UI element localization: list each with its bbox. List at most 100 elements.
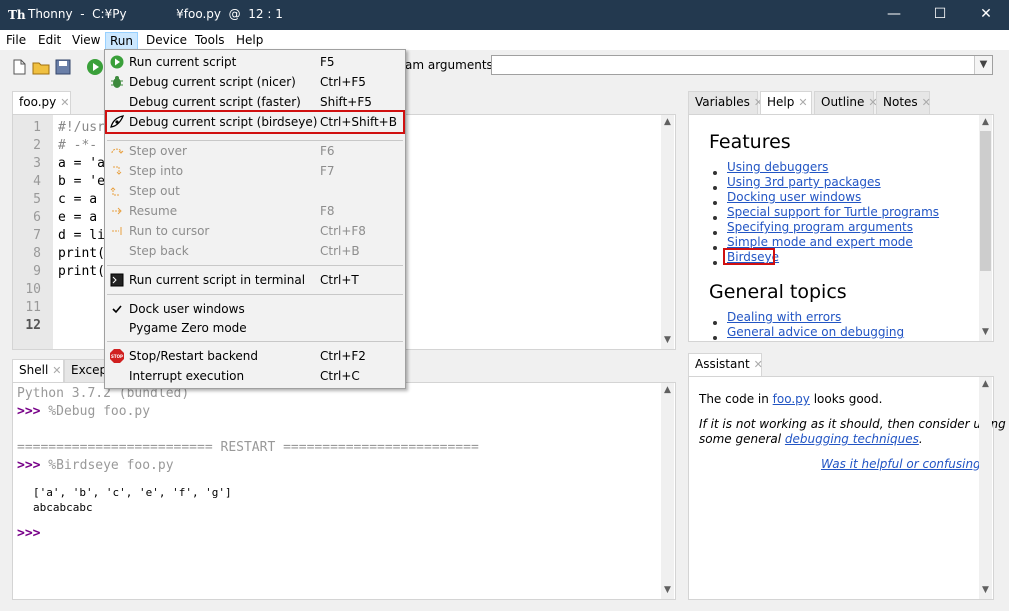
tab-variables[interactable]: Variables ✕ (688, 91, 763, 114)
tab-foo-py[interactable]: foo.py ✕ (12, 91, 71, 115)
menu-dock-user-windows[interactable]: Dock user windows (105, 299, 405, 319)
close-icon[interactable]: ✕ (798, 96, 807, 109)
scroll-down-icon[interactable]: ▼ (979, 327, 992, 337)
shell-scrollbar[interactable]: ▲ ▼ (661, 383, 674, 599)
shell-panel[interactable]: Python 3.7.2 (bundled) >>> %Debug foo.py… (12, 382, 676, 600)
tab-notes[interactable]: Notes ✕ (876, 91, 931, 114)
thonny-logo-icon: Th (8, 8, 26, 22)
tab-label: Help (767, 95, 795, 109)
menu-item-label: Run to cursor (129, 224, 210, 238)
menu-item-shortcut: F5 (320, 55, 335, 69)
chevron-down-icon[interactable]: ▼ (974, 56, 992, 74)
menu-separator (107, 341, 403, 342)
scroll-up-icon[interactable]: ▲ (979, 379, 992, 389)
message-text: . (918, 432, 923, 446)
menu-file[interactable]: File (6, 32, 26, 50)
close-button[interactable]: ✕ (963, 0, 1009, 30)
menu-item-shortcut: Ctrl+B (320, 244, 360, 258)
menu-item-shortcut: Shift+F5 (320, 95, 372, 109)
menu-debug-nicer[interactable]: Debug current script (nicer) Ctrl+F5 (105, 72, 405, 92)
assistant-tabs: Assistant ✕ (688, 353, 994, 377)
line-number: 2 (33, 138, 41, 153)
bullet (713, 336, 717, 340)
new-file-icon[interactable] (10, 58, 28, 76)
close-icon[interactable]: ✕ (52, 364, 61, 377)
tab-help[interactable]: Help ✕ (760, 91, 812, 115)
menu-interrupt-execution[interactable]: Interrupt execution Ctrl+C (105, 366, 405, 386)
assistant-panel: The code in foo.py looks good. If it is … (688, 376, 1006, 600)
shell-prompt: >>> (17, 526, 41, 541)
menu-pygame-zero[interactable]: Pygame Zero mode (105, 318, 405, 338)
menu-run[interactable]: Run (105, 32, 139, 50)
step-into-icon (113, 166, 122, 175)
scroll-up-icon[interactable]: ▲ (661, 117, 674, 127)
menu-bar: File Edit View Run Device Tools Help (0, 30, 1009, 50)
help-scrollbar[interactable]: ▲ ▼ (979, 115, 992, 341)
scroll-up-icon[interactable]: ▲ (661, 385, 674, 395)
shell-input-line[interactable]: >>> (17, 526, 40, 541)
run-icon (110, 55, 124, 69)
tab-label: Outline (821, 95, 865, 109)
menu-run-to-cursor[interactable]: Run to cursor Ctrl+F8 (105, 221, 405, 241)
line-number: 12 (25, 318, 41, 333)
debugging-techniques-link[interactable]: debugging techniques (785, 432, 919, 446)
tab-outline[interactable]: Outline ✕ (814, 91, 878, 114)
minimize-button[interactable]: — (871, 0, 917, 30)
line-number-gutter: 1 2 3 4 5 6 7 8 9 10 11 12 (13, 115, 53, 349)
run-menu-dropdown: Run current script F5 Debug current scri… (104, 49, 406, 389)
menu-resume[interactable]: Resume F8 (105, 201, 405, 221)
scrollbar-thumb[interactable] (980, 131, 991, 271)
line-number: 1 (33, 120, 41, 135)
feedback-link[interactable]: Was it helpful or confusing? (821, 457, 987, 471)
tab-assistant[interactable]: Assistant ✕ (688, 353, 763, 377)
save-icon[interactable] (54, 58, 72, 76)
maximize-button[interactable]: ☐ (917, 0, 963, 30)
shell-prompt: >>> (17, 458, 41, 473)
menu-stop-restart[interactable]: STOP Stop/Restart backend Ctrl+F2 (105, 346, 405, 366)
menu-item-shortcut: Ctrl+C (320, 369, 360, 383)
program-arguments-input[interactable]: ▼ (491, 55, 993, 75)
menu-view[interactable]: View (72, 32, 100, 50)
menu-debug-faster[interactable]: Debug current script (faster) Shift+F5 (105, 92, 405, 112)
open-folder-icon[interactable] (32, 58, 50, 76)
tab-shell[interactable]: Shell ✕ (12, 359, 64, 383)
help-link-simple-expert[interactable]: Simple mode and expert mode (727, 235, 913, 249)
menu-item-label: Run current script (129, 55, 237, 69)
help-link-program-arguments[interactable]: Specifying program arguments (727, 220, 913, 234)
close-icon[interactable]: ✕ (922, 96, 931, 109)
tab-label: Notes (883, 95, 918, 109)
menu-help[interactable]: Help (236, 32, 263, 50)
bullet (713, 321, 717, 325)
scroll-down-icon[interactable]: ▼ (979, 585, 992, 595)
menu-tools[interactable]: Tools (195, 32, 225, 50)
help-link-using-debuggers[interactable]: Using debuggers (727, 160, 828, 174)
tab-label: Variables (695, 95, 750, 109)
menu-step-over[interactable]: Step over F6 (105, 141, 405, 161)
menu-step-into[interactable]: Step into F7 (105, 161, 405, 181)
menu-run-in-terminal[interactable]: Run current script in terminal Ctrl+T (105, 270, 405, 290)
shell-output: ['a', 'b', 'c', 'e', 'f', 'g'] (33, 486, 232, 499)
close-icon[interactable]: ✕ (60, 96, 69, 109)
code-line: # -*- (58, 138, 98, 153)
scroll-down-icon[interactable]: ▼ (661, 585, 674, 595)
scroll-down-icon[interactable]: ▼ (661, 335, 674, 345)
help-link-3rd-party[interactable]: Using 3rd party packages (727, 175, 881, 189)
menu-edit[interactable]: Edit (38, 32, 61, 50)
run-icon[interactable] (86, 58, 104, 76)
close-icon[interactable]: ✕ (754, 358, 763, 371)
help-link-errors[interactable]: Dealing with errors (727, 310, 841, 324)
scroll-up-icon[interactable]: ▲ (979, 117, 992, 127)
line-number: 7 (33, 228, 41, 243)
assistant-scrollbar[interactable]: ▲ ▼ (979, 377, 992, 599)
bullet (713, 216, 717, 220)
menu-device[interactable]: Device (146, 32, 187, 50)
help-link-docking[interactable]: Docking user windows (727, 190, 861, 204)
help-link-debugging-advice[interactable]: General advice on debugging (727, 325, 904, 339)
editor-scrollbar[interactable]: ▲ ▼ (661, 115, 674, 349)
menu-item-shortcut: F7 (320, 164, 335, 178)
help-link-turtle[interactable]: Special support for Turtle programs (727, 205, 939, 219)
file-link[interactable]: foo.py (773, 392, 810, 406)
menu-step-out[interactable]: Step out (105, 181, 405, 201)
menu-step-back[interactable]: Step back Ctrl+B (105, 241, 405, 261)
menu-run-current-script[interactable]: Run current script F5 (105, 52, 405, 72)
